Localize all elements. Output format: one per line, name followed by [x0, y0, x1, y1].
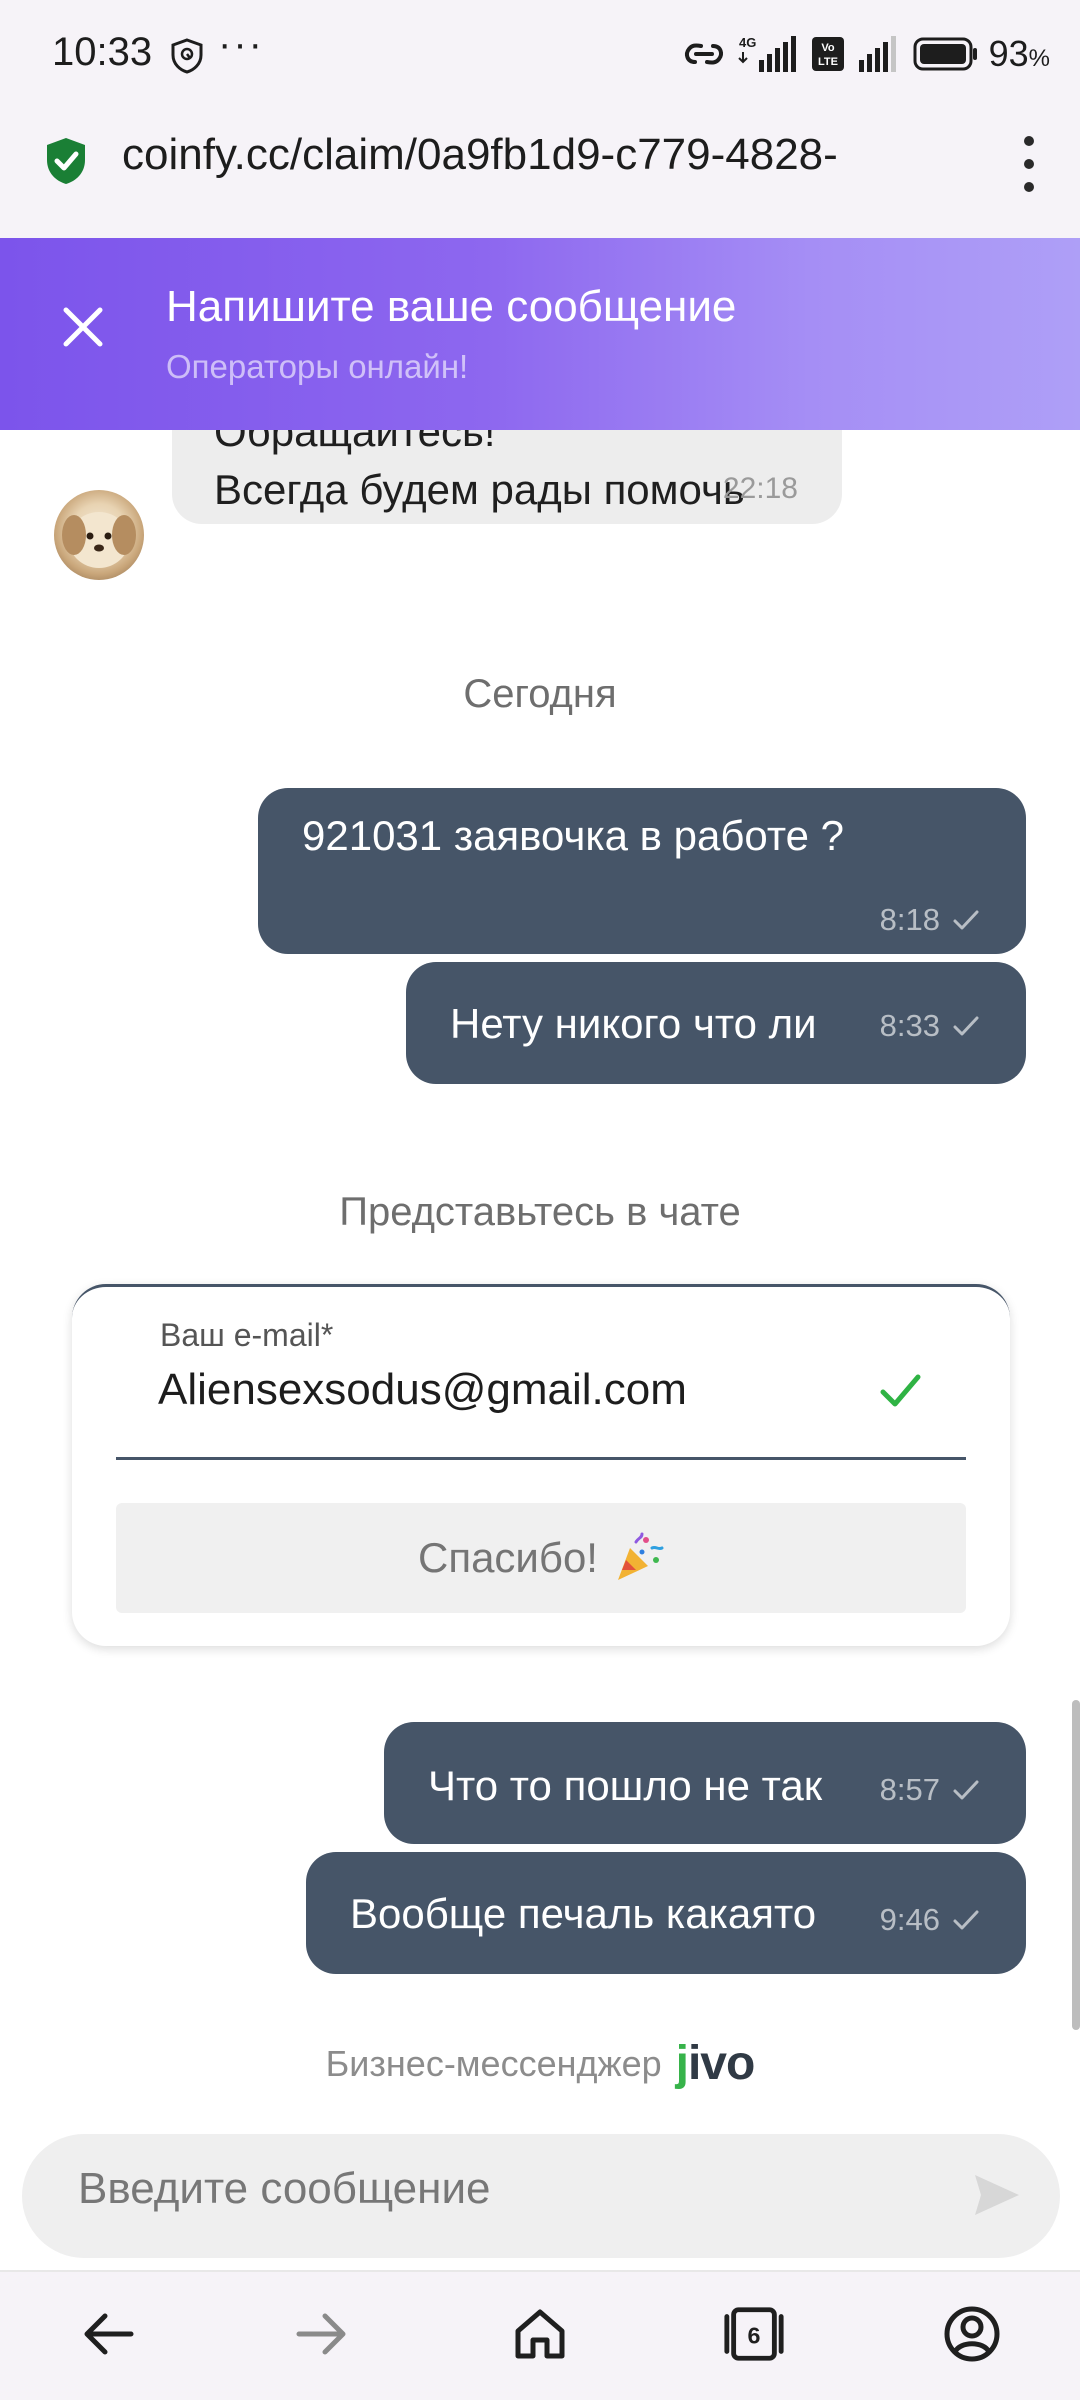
chat-subtitle: Операторы онлайн! [166, 348, 469, 385]
user-message-bubble: Что то пошло не так 8:57 [384, 1722, 1026, 1844]
svg-text:LTE: LTE [818, 56, 838, 68]
operator-message-time: 22:18 [722, 472, 798, 505]
chat-header: Напишите ваше сообщение Операторы онлайн… [0, 238, 1080, 430]
email-field[interactable] [158, 1365, 858, 1415]
tab-count: 6 [748, 2323, 761, 2349]
tabs-icon: 6 [724, 2307, 784, 2361]
operator-message-line-top: Обращайтесь! [214, 430, 496, 455]
operator-message-line-main: Всегда будем рады помочь [214, 466, 745, 513]
checkmark-icon [880, 1374, 921, 1407]
user-message-text: Вообще печаль какаято [350, 1890, 817, 1937]
home-icon [515, 2309, 565, 2359]
status-bar: 10:33 ··· 4G Vo LTE 93% [0, 0, 1080, 110]
profile-icon [944, 2306, 1000, 2362]
chat-messages[interactable]: Обращайтесь! Всегда будем рады помочь 22… [0, 430, 1080, 2140]
message-input[interactable] [78, 2164, 938, 2214]
forward-icon [296, 2313, 346, 2355]
checkmark-icon [953, 910, 979, 930]
intro-form-card: Ваш e-mail* Спасибо! [72, 1284, 1010, 1646]
user-message-bubble: Нету никого что ли 8:33 [406, 962, 1026, 1084]
thanks-button[interactable]: Спасибо! [116, 1503, 966, 1613]
battery-percent: 93% [988, 33, 1050, 74]
tabs-button[interactable]: 6 [722, 2302, 786, 2366]
battery-icon [913, 37, 977, 71]
profile-button[interactable] [940, 2302, 1004, 2366]
user-message-time: 8:18 [879, 902, 940, 937]
back-icon [84, 2313, 134, 2355]
checkmark-icon [953, 1780, 979, 1800]
operator-message-bubble: Обращайтесь! Всегда будем рады помочь 22… [172, 430, 842, 524]
checkmark-icon [953, 1016, 979, 1036]
send-icon[interactable] [972, 2172, 1022, 2218]
checkmark-icon [953, 1910, 979, 1930]
user-message-meta: 8:33 [880, 1008, 980, 1044]
user-message-bubble: Вообще печаль какаято 9:46 [306, 1852, 1026, 1974]
signal-icon: 4G [737, 35, 796, 72]
chat-title: Напишите ваше сообщение [166, 282, 737, 331]
svg-text:Vo: Vo [821, 42, 835, 54]
user-message-time: 8:33 [879, 1008, 940, 1043]
user-message-text: 921031 заявочка в работе ? [302, 812, 845, 859]
date-separator: Сегодня [463, 672, 617, 716]
operator-avatar [54, 490, 144, 580]
menu-icon[interactable] [1014, 136, 1044, 192]
chat-scrollbar[interactable] [1072, 1700, 1080, 2030]
user-message-time: 8:57 [879, 1772, 940, 1807]
status-time: 10:33 [52, 30, 153, 74]
jivo-logo[interactable]: jivo [676, 2036, 756, 2091]
message-composer [22, 2134, 1060, 2258]
user-message-meta: 8:18 [880, 902, 980, 938]
back-button[interactable] [76, 2302, 140, 2366]
volte-icon: Vo LTE [811, 37, 844, 71]
status-more-dots: ··· [218, 22, 264, 66]
close-icon[interactable] [56, 300, 110, 354]
user-message-text: Что то пошло не так [428, 1762, 823, 1809]
email-label: Ваш e-mail* [160, 1317, 334, 1353]
network-type-label: 4G [739, 35, 756, 50]
forward-button[interactable] [290, 2302, 354, 2366]
user-message-meta: 9:46 [880, 1902, 980, 1938]
browser-bottom-nav: 6 [0, 2272, 1080, 2400]
status-right-group: 4G Vo LTE 93% [681, 28, 1050, 80]
browser-url-bar: coinfy.cc/claim/0a9fb1d9-c779-4828- [0, 110, 1080, 238]
user-message-bubble: 921031 заявочка в работе ? 8:18 [258, 788, 1026, 954]
lock-icon[interactable] [44, 136, 88, 186]
user-message-time: 9:46 [879, 1902, 940, 1937]
signal-icon-sim2 [858, 36, 896, 72]
branding-footer[interactable]: Бизнес-мессенджер jivo [0, 2036, 1080, 2091]
user-message-meta: 8:57 [880, 1772, 980, 1808]
home-button[interactable] [508, 2302, 572, 2366]
hotspot-link-icon [684, 43, 723, 65]
user-message-text: Нету никого что ли [450, 1000, 817, 1047]
party-popper-icon [617, 1532, 664, 1580]
email-field-underline [116, 1457, 966, 1460]
branding-text: Бизнес-мессенджер [325, 2042, 662, 2084]
shield-icon [171, 38, 203, 74]
url-field[interactable]: coinfy.cc/claim/0a9fb1d9-c779-4828- [122, 130, 962, 190]
thanks-button-label: Спасибо! [418, 1534, 598, 1581]
intro-heading: Представьтесь в чате [339, 1190, 741, 1234]
